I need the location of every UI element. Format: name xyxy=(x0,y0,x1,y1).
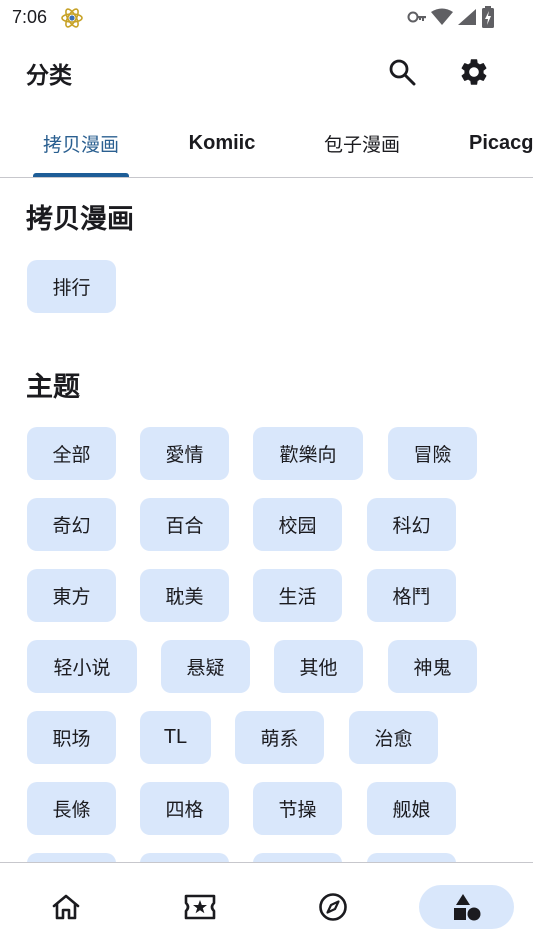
chip-label: 轻小说 xyxy=(53,657,111,679)
chip-category[interactable]: 神鬼 xyxy=(388,640,477,693)
chip-category[interactable]: 奇幻 xyxy=(27,498,116,551)
tab-picacg[interactable]: Picacg xyxy=(469,108,533,177)
chip-category[interactable]: 舰娘 xyxy=(367,782,456,835)
page-title: 分类 xyxy=(26,63,72,89)
nav-categories[interactable] xyxy=(419,885,514,929)
chip-label: 歡樂向 xyxy=(279,444,337,466)
chip-label: 科幻 xyxy=(392,515,431,537)
chip-category[interactable]: 轻小说 xyxy=(27,640,137,693)
chip-category[interactable] xyxy=(367,853,456,862)
status-time: 7:06 xyxy=(12,7,48,27)
chip-label: 百合 xyxy=(165,515,204,537)
chip-label: 神鬼 xyxy=(413,657,452,679)
chip-category[interactable]: 生活 xyxy=(253,569,342,622)
nav-favorites[interactable] xyxy=(170,885,230,929)
chip-category[interactable] xyxy=(253,853,342,862)
chip-label: 排行 xyxy=(52,277,91,299)
chip-category[interactable]: 歡樂向 xyxy=(253,427,363,480)
tab-copy-manga[interactable]: 拷贝漫画 xyxy=(33,108,129,177)
section-title: 拷贝漫画 xyxy=(26,204,134,235)
tab-label: 拷贝漫画 xyxy=(42,133,119,156)
chip-ranking[interactable]: 排行 xyxy=(27,260,116,313)
chip-category[interactable]: 节操 xyxy=(253,782,342,835)
compass-icon xyxy=(319,893,347,921)
chip-category[interactable] xyxy=(140,853,229,862)
tab-baozi-manga[interactable]: 包子漫画 xyxy=(314,108,410,177)
chip-label: 悬疑 xyxy=(186,657,225,679)
settings-button[interactable] xyxy=(452,50,496,94)
chip-category[interactable]: 治愈 xyxy=(349,711,438,764)
chip-label: 耽美 xyxy=(165,586,204,608)
app-bar: 分类 xyxy=(0,36,533,108)
chip-label: 長條 xyxy=(52,799,91,821)
status-icons xyxy=(407,6,495,28)
search-icon xyxy=(389,59,416,86)
chip-category[interactable]: 百合 xyxy=(140,498,229,551)
nav-explore[interactable] xyxy=(303,885,363,929)
nav-home[interactable] xyxy=(36,885,96,929)
chip-label: 愛情 xyxy=(165,444,204,466)
tab-indicator xyxy=(33,173,129,177)
signal-icon xyxy=(458,9,476,25)
chip-category[interactable]: 校园 xyxy=(253,498,342,551)
gear-icon xyxy=(461,59,487,85)
ticket-star-icon xyxy=(184,894,216,920)
chip-category[interactable] xyxy=(27,853,116,862)
chip-label: 校园 xyxy=(278,515,317,537)
chip-category[interactable]: 冒險 xyxy=(388,427,477,480)
chip-category[interactable]: 長條 xyxy=(27,782,116,835)
chip-label: TL xyxy=(163,726,188,748)
chip-category[interactable]: 格鬥 xyxy=(367,569,456,622)
chip-category[interactable]: TL xyxy=(140,711,211,764)
tab-label: 包子漫画 xyxy=(323,133,400,156)
bottom-navigation xyxy=(0,862,533,948)
category-content[interactable]: 拷贝漫画 排行 主题 全部 愛情 歡樂向 冒險 奇幻 百合 校园 科幻 東方 耽… xyxy=(0,179,533,862)
chip-category[interactable]: 四格 xyxy=(140,782,229,835)
chip-category[interactable]: 科幻 xyxy=(367,498,456,551)
wifi-icon xyxy=(431,8,453,25)
atom-icon xyxy=(61,8,83,28)
chip-category[interactable]: 愛情 xyxy=(140,427,229,480)
status-bar: 7:06 xyxy=(0,0,533,36)
chip-category[interactable]: 全部 xyxy=(27,427,116,480)
chip-label: 节操 xyxy=(278,799,317,821)
chip-category[interactable]: 東方 xyxy=(27,569,116,622)
chip-category[interactable]: 悬疑 xyxy=(161,640,250,693)
key-icon xyxy=(407,11,426,23)
chip-label: 奇幻 xyxy=(52,515,91,537)
search-button[interactable] xyxy=(380,50,424,94)
home-icon xyxy=(52,894,80,920)
tab-label: Picacg xyxy=(469,131,533,154)
chip-label: 格鬥 xyxy=(392,586,431,608)
shapes-icon xyxy=(453,894,480,921)
chip-label: 東方 xyxy=(52,586,91,608)
chip-label: 职场 xyxy=(52,728,91,750)
chip-category[interactable]: 耽美 xyxy=(140,569,229,622)
chip-category[interactable]: 职场 xyxy=(27,711,116,764)
tab-bar: 拷贝漫画 Komiic 包子漫画 Picacg xyxy=(0,108,533,178)
battery-icon xyxy=(482,6,494,28)
chip-label: 治愈 xyxy=(374,728,413,750)
chip-label: 全部 xyxy=(52,444,91,466)
chip-label: 冒險 xyxy=(413,444,452,466)
chip-label: 生活 xyxy=(278,586,317,608)
section-title: 主题 xyxy=(26,372,80,403)
chip-category[interactable]: 萌系 xyxy=(235,711,324,764)
tab-komiic[interactable]: Komiic xyxy=(176,108,268,177)
chip-label: 四格 xyxy=(165,799,204,821)
chip-label: 其他 xyxy=(299,657,338,679)
chip-category[interactable]: 其他 xyxy=(274,640,363,693)
tab-label: Komiic xyxy=(188,131,256,154)
chip-label: 舰娘 xyxy=(392,799,431,821)
chip-label: 萌系 xyxy=(260,728,299,750)
